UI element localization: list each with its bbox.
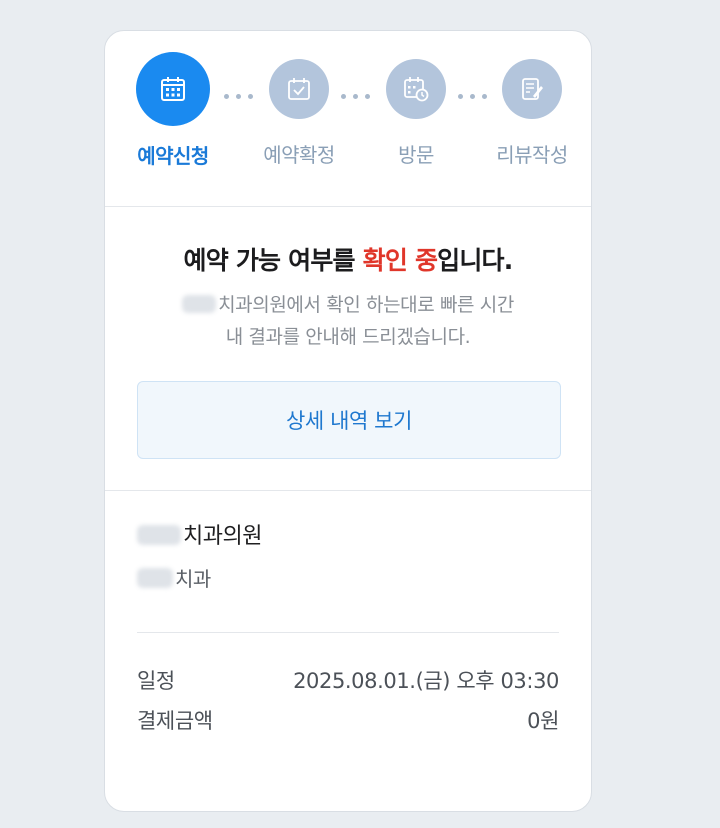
step-request: 예약신청 xyxy=(118,52,228,169)
clinic-name: 치과의원 xyxy=(137,521,559,553)
view-details-button[interactable]: 상세 내역 보기 xyxy=(137,381,561,459)
step-label: 리뷰작성 xyxy=(496,143,568,167)
step-label: 방문 xyxy=(398,143,434,167)
redacted-text xyxy=(137,568,173,588)
step-label: 예약신청 xyxy=(137,144,209,168)
payment-value: 0원 xyxy=(527,709,559,733)
reservation-info: 치과의원 치과 일정 2025.08.01.(금) 오후 03:30 결제금액 … xyxy=(105,491,591,735)
schedule-label: 일정 xyxy=(137,669,175,693)
reservation-progress-steps: 예약신청 예약확정 방문 리뷰작성 xyxy=(105,31,591,207)
schedule-value: 2025.08.01.(금) 오후 03:30 xyxy=(293,669,559,693)
payment-label: 결제금액 xyxy=(137,709,213,733)
status-title: 예약 가능 여부를 확인 중입니다. xyxy=(183,246,514,275)
status-highlight: 확인 중 xyxy=(362,246,438,275)
step-review: 리뷰작성 xyxy=(477,59,587,168)
status-description: 치과의원에서 확인 하는대로 빠른 시간 내 결과를 안내해 드리겠습니다. xyxy=(125,289,571,353)
review-edit-icon xyxy=(502,59,562,119)
redacted-text xyxy=(182,295,217,313)
calendar-grid-icon xyxy=(136,52,210,126)
step-label: 예약확정 xyxy=(263,143,335,167)
step-visit: 방문 xyxy=(361,59,471,168)
clinic-info: 치과의원 치과 xyxy=(137,491,559,633)
calendar-check-icon xyxy=(269,59,329,119)
clinic-type: 치과 xyxy=(137,565,559,593)
payment-row: 결제금액 0원 xyxy=(137,705,559,735)
schedule-row: 일정 2025.08.01.(금) 오후 03:30 xyxy=(137,665,559,695)
step-confirm: 예약확정 xyxy=(244,59,354,168)
reservation-card: 예약신청 예약확정 방문 리뷰작성 예약 가능 여부를 확인 중입니다. 치과의… xyxy=(104,30,592,812)
status-section: 예약 가능 여부를 확인 중입니다. 치과의원에서 확인 하는대로 빠른 시간 … xyxy=(105,207,591,491)
redacted-text xyxy=(137,525,181,545)
calendar-clock-icon xyxy=(386,59,446,119)
